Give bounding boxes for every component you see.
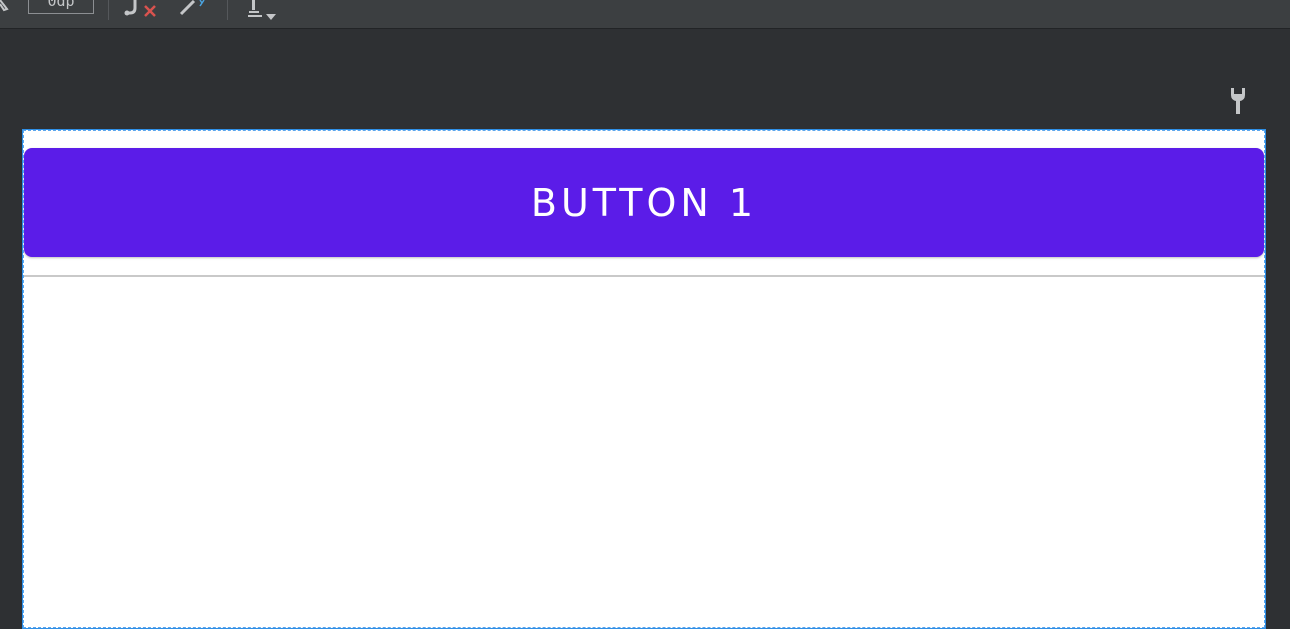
infer-constraints-icon[interactable] [178,0,210,20]
divider [23,275,1265,277]
default-margin-dropdown[interactable]: 0dp [28,0,94,14]
guidelines-icon[interactable] [244,0,280,20]
default-margin-value: 0dp [47,0,75,10]
toolbar-separator [108,0,109,20]
layout-preview[interactable]: BUTTON 1 [22,129,1266,629]
toolbar-separator [227,0,228,20]
pan-icon[interactable] [0,0,14,20]
wrench-icon[interactable] [1227,86,1249,116]
clear-constraints-icon[interactable] [124,0,160,20]
design-toolbar: 0dp [0,0,1290,29]
button-1[interactable]: BUTTON 1 [24,148,1264,257]
